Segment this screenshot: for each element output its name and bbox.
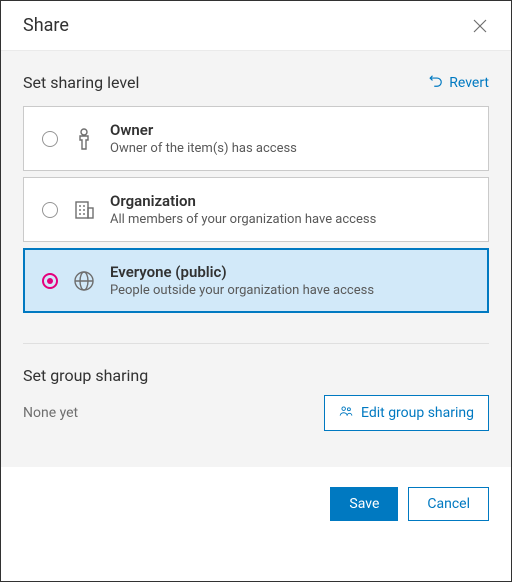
option-desc: Owner of the item(s) has access	[110, 141, 297, 156]
dialog-title: Share	[23, 15, 69, 36]
sharing-option-owner[interactable]: Owner Owner of the item(s) has access	[23, 106, 489, 171]
radio-owner[interactable]	[42, 131, 58, 147]
sharing-option-text: Owner Owner of the item(s) has access	[110, 121, 297, 156]
save-button[interactable]: Save	[330, 487, 398, 521]
sharing-options: Owner Owner of the item(s) has access	[23, 106, 489, 313]
radio-everyone[interactable]	[42, 273, 58, 289]
dialog-header: Share	[1, 1, 511, 51]
close-icon[interactable]	[471, 17, 489, 35]
group-sharing-title: Set group sharing	[23, 366, 489, 385]
cancel-button[interactable]: Cancel	[408, 487, 489, 521]
group-icon	[339, 404, 353, 422]
group-sharing-row: None yet Edit group sharing	[23, 395, 489, 431]
option-desc: All members of your organization have ac…	[110, 212, 376, 227]
sharing-option-text: Everyone (public) People outside your or…	[110, 263, 374, 298]
sharing-option-organization[interactable]: Organization All members of your organiz…	[23, 177, 489, 242]
section-divider	[23, 343, 489, 344]
group-sharing-empty: None yet	[23, 405, 78, 421]
globe-icon	[72, 269, 96, 293]
option-desc: People outside your organization have ac…	[110, 283, 374, 298]
sharing-option-everyone[interactable]: Everyone (public) People outside your or…	[23, 248, 489, 313]
revert-button[interactable]: Revert	[429, 74, 489, 92]
dialog-footer: Save Cancel	[1, 467, 511, 541]
sharing-level-title: Set sharing level	[23, 73, 139, 92]
option-title: Owner	[110, 121, 297, 139]
sharing-option-text: Organization All members of your organiz…	[110, 192, 376, 227]
option-title: Everyone (public)	[110, 263, 374, 281]
sharing-level-header: Set sharing level Revert	[23, 73, 489, 92]
radio-organization[interactable]	[42, 202, 58, 218]
org-icon	[72, 198, 96, 222]
edit-group-sharing-button[interactable]: Edit group sharing	[324, 395, 489, 431]
dialog-body: Set sharing level Revert Owner Ow	[1, 51, 511, 467]
revert-icon	[429, 74, 443, 92]
person-icon	[72, 127, 96, 151]
revert-label: Revert	[449, 75, 489, 91]
option-title: Organization	[110, 192, 376, 210]
edit-group-sharing-label: Edit group sharing	[361, 405, 474, 421]
